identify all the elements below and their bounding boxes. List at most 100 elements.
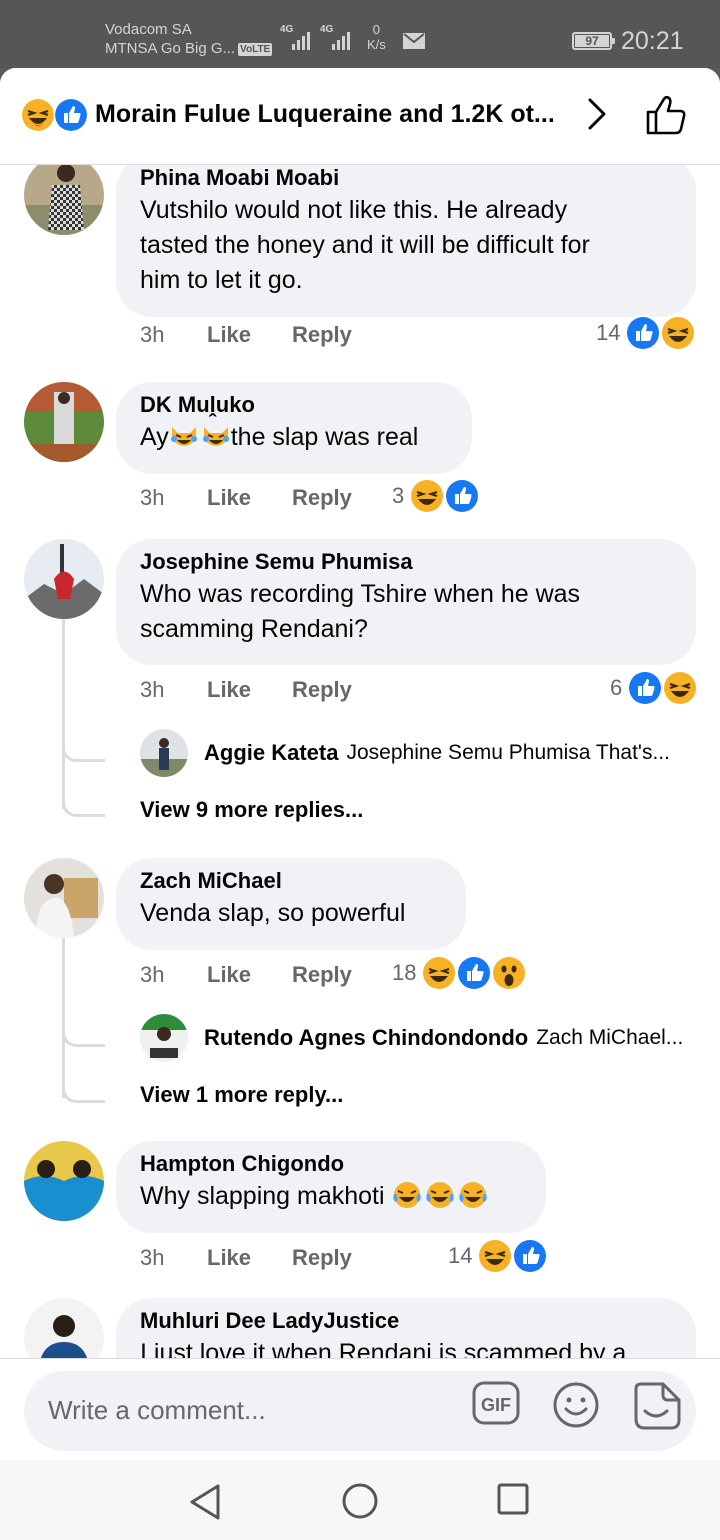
signal-icon: 4G	[280, 24, 310, 50]
comment-text: Venda slap, so powerful	[140, 899, 406, 927]
thread-connector	[62, 1070, 105, 1103]
tears-of-joy-icon	[458, 1180, 488, 1210]
like-button[interactable]: Like	[207, 322, 251, 348]
comment-author[interactable]: Hampton Chigondo	[140, 1149, 522, 1179]
clock: 20:21	[621, 27, 684, 55]
thumbs-up-icon[interactable]	[644, 94, 690, 136]
avatar[interactable]	[24, 165, 104, 235]
system-nav-bar	[0, 1460, 720, 1540]
avatar[interactable]	[24, 539, 104, 619]
haha-icon	[421, 955, 458, 991]
reply-text: Josephine Semu Phumisa That's...	[346, 741, 670, 764]
like-icon	[625, 315, 662, 351]
avatar[interactable]	[24, 1298, 104, 1358]
reaction-summary[interactable]: 14	[596, 315, 697, 351]
view-more-replies-link[interactable]: View 1 more reply...	[140, 1082, 343, 1108]
avatar[interactable]	[24, 1141, 104, 1221]
home-icon[interactable]	[341, 1482, 379, 1520]
view-more-replies-link[interactable]: View 9 more replies...	[140, 797, 363, 823]
haha-icon	[660, 315, 697, 351]
signal-icon: 4G	[320, 24, 350, 50]
comment-author[interactable]: Josephine Semu Phumisa	[140, 547, 672, 577]
comment-text: Vutshilo would not like this. He already…	[140, 196, 590, 294]
comment-text: Who was recording Tshire when he was sca…	[140, 580, 581, 643]
comment-author[interactable]: Zach MiChael	[140, 866, 442, 896]
comment-bubble[interactable]: Phina Moabi Moabi Vutshilo would not lik…	[116, 165, 696, 317]
reply-preview[interactable]: Aggie Kateta Josephine Semu Phumisa That…	[140, 729, 670, 777]
comment-bubble[interactable]: DK Muḽuko Ay the slap was real	[116, 382, 472, 474]
reply-text: Zach MiChael...	[536, 1026, 684, 1049]
reaction-summary[interactable]: 6	[610, 670, 699, 706]
sticker-icon[interactable]	[630, 1381, 682, 1436]
status-bar: Vodacom SA MTNSA Go Big G... VoLTE 4G 4G …	[0, 0, 720, 68]
laughing-cat-icon	[169, 421, 199, 451]
reply-button[interactable]: Reply	[292, 962, 352, 988]
comment-list[interactable]: Phina Moabi Moabi Vutshilo would not lik…	[0, 165, 720, 1358]
reaction-count: 18	[392, 960, 417, 985]
comment-time: 3h	[140, 677, 165, 702]
comment-time: 3h	[140, 322, 165, 347]
comment-author[interactable]: Muhluri Dee LadyJustice	[140, 1306, 672, 1336]
comment-time: 3h	[140, 485, 165, 510]
gif-button[interactable]: GIF	[472, 1381, 520, 1430]
reply-button[interactable]: Reply	[292, 485, 352, 511]
emoji-icon[interactable]	[552, 1381, 600, 1434]
reaction-summary[interactable]: 18	[392, 955, 528, 991]
like-button[interactable]: Like	[207, 677, 251, 703]
like-icon	[55, 99, 87, 131]
avatar[interactable]	[24, 858, 104, 938]
avatar[interactable]	[140, 729, 188, 777]
comment-text: I just love it when Rendani is scammed b…	[140, 1339, 627, 1358]
reply-preview[interactable]: Rutendo Agnes Chindondondo Zach MiChael.…	[140, 1014, 683, 1062]
comment-time: 3h	[140, 962, 165, 987]
carrier-info: Vodacom SA MTNSA Go Big G... VoLTE	[105, 20, 273, 58]
comment-text: Why slapping makhoti	[140, 1179, 522, 1214]
reactions-header[interactable]: Morain Fulue Luqueraine and 1.2K ot...	[0, 68, 720, 165]
avatar[interactable]	[140, 1014, 188, 1062]
network-speed: 0 K/s	[367, 22, 386, 52]
reaction-summary[interactable]: 3	[392, 478, 481, 514]
like-button[interactable]: Like	[207, 1245, 251, 1271]
comment-author[interactable]: DK Muḽuko	[140, 390, 448, 420]
like-button[interactable]: Like	[207, 962, 251, 988]
thread-connector	[62, 1014, 105, 1047]
reactors-title[interactable]: Morain Fulue Luqueraine and 1.2K ot...	[95, 100, 555, 129]
carrier-1: Vodacom SA	[105, 21, 192, 38]
tears-of-joy-icon	[425, 1180, 455, 1210]
comment-bubble[interactable]: Josephine Semu Phumisa Who was recording…	[116, 539, 696, 665]
comment-input-placeholder: Write a comment...	[48, 1395, 266, 1425]
recents-icon[interactable]	[496, 1482, 530, 1516]
comments-sheet: Morain Fulue Luqueraine and 1.2K ot... P…	[0, 68, 720, 1460]
reply-button[interactable]: Reply	[292, 1245, 352, 1271]
reply-author[interactable]: Rutendo Agnes Chindondondo	[204, 1025, 528, 1051]
like-icon	[627, 670, 664, 706]
thread-connector	[62, 784, 105, 817]
haha-icon	[22, 99, 54, 131]
reply-author[interactable]: Aggie Kateta	[204, 740, 338, 766]
volte-badge: VoLTE	[238, 42, 273, 56]
reaction-count: 6	[610, 675, 623, 700]
reply-button[interactable]: Reply	[292, 677, 352, 703]
like-icon	[444, 478, 481, 514]
laughing-cat-icon	[201, 421, 231, 451]
reply-button[interactable]: Reply	[292, 322, 352, 348]
comment-bubble[interactable]: Zach MiChael Venda slap, so powerful	[116, 858, 466, 950]
reaction-summary[interactable]: 14	[448, 1238, 549, 1274]
carrier-2: MTNSA Go Big G...	[105, 40, 236, 57]
avatar[interactable]	[24, 382, 104, 462]
battery-icon: 97	[572, 32, 615, 50]
wow-icon	[491, 955, 528, 991]
haha-icon	[477, 1238, 514, 1274]
svg-text:GIF: GIF	[481, 1395, 511, 1415]
mail-icon	[403, 33, 425, 49]
comment-time: 3h	[140, 1245, 165, 1270]
comment-bubble[interactable]: Hampton Chigondo Why slapping makhoti	[116, 1141, 546, 1233]
comment-author[interactable]: Phina Moabi Moabi	[140, 165, 672, 193]
reaction-count: 3	[392, 483, 405, 508]
haha-icon	[662, 670, 699, 706]
comment-bubble[interactable]: Muhluri Dee LadyJustice I just love it w…	[116, 1298, 696, 1358]
chevron-right-icon[interactable]	[582, 96, 612, 132]
back-icon[interactable]	[188, 1482, 224, 1522]
like-button[interactable]: Like	[207, 485, 251, 511]
thread-connector	[62, 729, 105, 762]
